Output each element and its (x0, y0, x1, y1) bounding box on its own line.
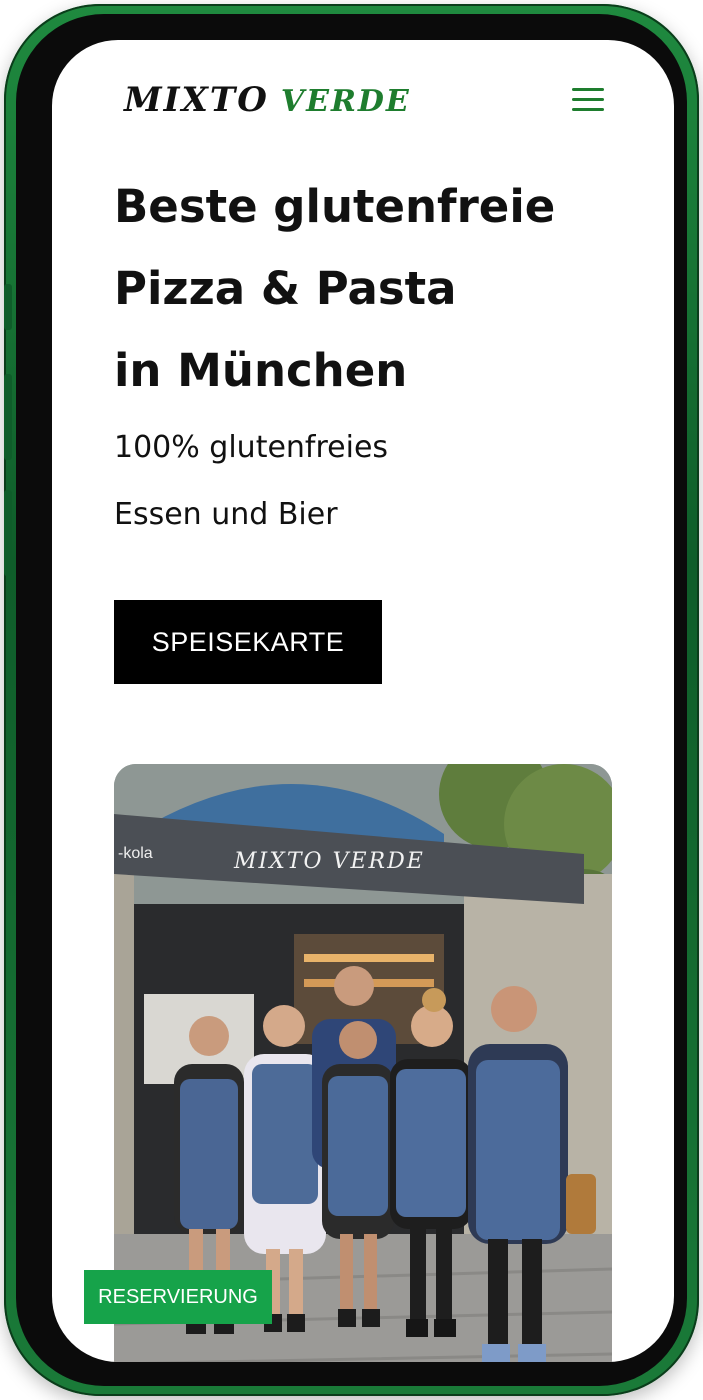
awning-sign-text: MIXTO VERDE (233, 849, 425, 874)
phone-volume-down-button (4, 490, 12, 576)
hamburger-bar-middle (572, 98, 604, 101)
site-header: MIXTO VERDE (52, 40, 674, 160)
hero-title-line: in München (114, 344, 408, 397)
hero-subtitle-line: 100% glutenfreies (114, 430, 389, 465)
logo-text-mixto: MIXTO (124, 80, 269, 120)
hero-title: Beste glutenfreie Pizza & Pasta in Münch… (114, 166, 614, 412)
hamburger-icon[interactable] (570, 84, 606, 114)
hero-title-line: Pizza & Pasta (114, 262, 457, 315)
phone-volume-up-button (4, 374, 12, 460)
hero-title-line: Beste glutenfreie (114, 180, 556, 233)
menu-card-button[interactable]: SPEISEKARTE (114, 600, 382, 684)
site-logo[interactable]: MIXTO VERDE (124, 80, 411, 130)
hamburger-bar-bottom (572, 108, 604, 111)
reservation-button[interactable]: RESERVIERUNG (84, 1270, 272, 1324)
hero-subtitle-line: Essen und Bier (114, 497, 338, 532)
phone-side-button (4, 284, 12, 330)
side-sign-text: -kola (118, 845, 153, 862)
phone-screen: MIXTO VERDE Beste glutenfreie Pizza & Pa… (52, 40, 674, 1362)
hamburger-bar-top (572, 88, 604, 91)
logo-text-verde: VERDE (280, 84, 411, 119)
hero-subtitle: 100% glutenfreies Essen und Bier (114, 414, 388, 548)
